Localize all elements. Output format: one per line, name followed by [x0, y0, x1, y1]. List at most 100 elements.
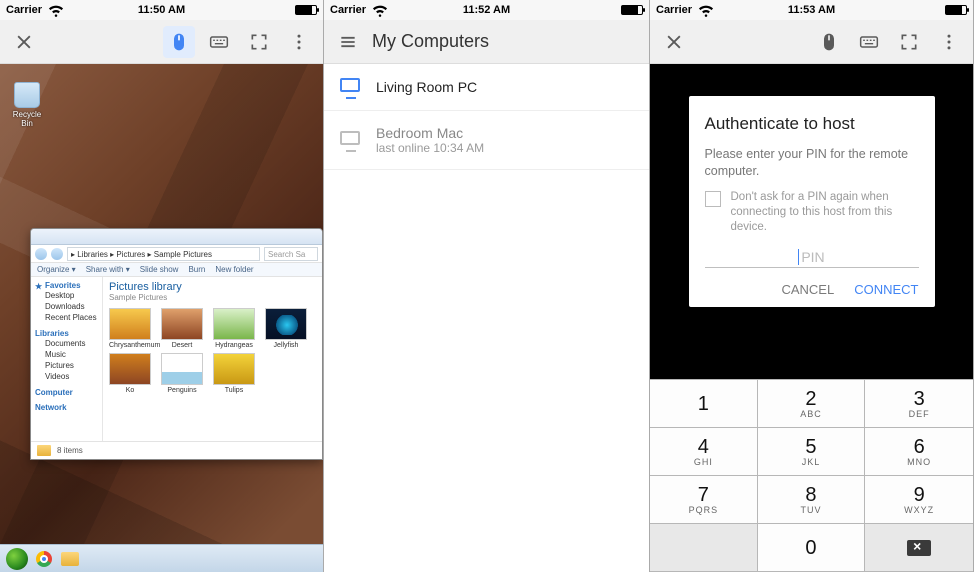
window-titlebar[interactable] [31, 229, 322, 245]
sidebar-item-pictures[interactable]: Pictures [45, 360, 98, 371]
thumb-desert[interactable]: Desert [161, 308, 203, 349]
library-title: Pictures library [109, 281, 316, 293]
mouse-mode-button[interactable] [813, 26, 845, 58]
menu-slideshow[interactable]: Slide show [140, 265, 179, 274]
pin-input[interactable]: PIN [705, 247, 919, 268]
host-row-living-room[interactable]: Living Room PC [324, 64, 649, 111]
battery-icon [621, 5, 643, 15]
nav-back-icon[interactable] [35, 248, 47, 260]
thumb-tulips[interactable]: Tulips [213, 353, 255, 394]
page-title: My Computers [372, 31, 489, 52]
key-1[interactable]: 1 [650, 380, 758, 428]
list-toolbar: My Computers [324, 20, 649, 64]
key-8[interactable]: 8TUV [758, 476, 866, 524]
menu-organize[interactable]: Organize ▾ [37, 265, 76, 274]
windows-taskbar[interactable] [0, 544, 323, 572]
star-icon: ★ [35, 282, 43, 290]
wifi-icon [696, 0, 716, 22]
key-6[interactable]: 6MNO [865, 428, 973, 476]
host-list: Living Room PC Bedroom Mac last online 1… [324, 64, 649, 572]
status-bar: Carrier 11:50 AM [0, 0, 323, 20]
sidebar-item-music[interactable]: Music [45, 349, 98, 360]
sidebar-item-downloads[interactable]: Downloads [45, 301, 98, 312]
folder-icon [61, 552, 79, 566]
monitor-icon [340, 78, 362, 96]
taskbar-explorer[interactable] [60, 549, 80, 569]
chrome-icon [36, 551, 52, 567]
fullscreen-button[interactable] [893, 26, 925, 58]
dialog-text: Please enter your PIN for the remote com… [705, 146, 919, 180]
key-5[interactable]: 5JKL [758, 428, 866, 476]
nav-fwd-icon[interactable] [51, 248, 63, 260]
host-row-bedroom-mac[interactable]: Bedroom Mac last online 10:34 AM [324, 111, 649, 170]
start-button[interactable] [6, 548, 28, 570]
explorer-statusbar: 8 items [31, 441, 322, 459]
sidebar-item-documents[interactable]: Documents [45, 338, 98, 349]
numeric-keypad: 1 2ABC 3DEF 4GHI 5JKL 6MNO 7PQRS 8TUV 9W… [650, 379, 973, 572]
remote-desktop-view[interactable]: Recycle Bin ▸ Libraries ▸ Pictures ▸ Sam… [0, 64, 323, 572]
search-input[interactable]: Search Sa [264, 247, 318, 261]
sidebar-item-recent[interactable]: Recent Places [45, 312, 98, 323]
close-button[interactable] [658, 26, 690, 58]
explorer-window[interactable]: ▸ Libraries ▸ Pictures ▸ Sample Pictures… [30, 228, 323, 460]
library-subtitle: Sample Pictures [109, 293, 316, 302]
status-bar: Carrier 11:53 AM [650, 0, 973, 20]
cancel-button[interactable]: CANCEL [781, 282, 834, 297]
fullscreen-button[interactable] [243, 26, 275, 58]
sidebar-item-desktop[interactable]: Desktop [45, 290, 98, 301]
clock: 11:52 AM [463, 4, 510, 16]
carrier-label: Carrier [330, 4, 366, 16]
key-4[interactable]: 4GHI [650, 428, 758, 476]
keyboard-button[interactable] [853, 26, 885, 58]
battery-icon [945, 5, 967, 15]
thumb-koala[interactable]: Ko [109, 353, 151, 394]
key-3[interactable]: 3DEF [865, 380, 973, 428]
thumb-penguins[interactable]: Penguins [161, 353, 203, 394]
host-name: Bedroom Mac [376, 125, 484, 141]
clock: 11:50 AM [138, 4, 185, 16]
item-count: 8 items [57, 446, 83, 455]
key-backspace[interactable] [865, 524, 973, 572]
sidebar-computer[interactable]: Computer [35, 388, 73, 397]
key-7[interactable]: 7PQRS [650, 476, 758, 524]
recycle-bin-label: Recycle Bin [13, 110, 41, 128]
connect-button[interactable]: CONNECT [854, 282, 918, 297]
dialog-title: Authenticate to host [705, 114, 919, 134]
taskbar-chrome[interactable] [34, 549, 54, 569]
auth-dialog: Authenticate to host Please enter your P… [689, 96, 935, 307]
address-bar[interactable]: ▸ Libraries ▸ Pictures ▸ Sample Pictures [67, 247, 260, 261]
remote-backdrop: Authenticate to host Please enter your P… [650, 64, 973, 379]
thumb-hydrangeas[interactable]: Hydrangeas [213, 308, 255, 349]
sidebar-libraries[interactable]: Libraries [35, 329, 69, 338]
sidebar-favorites[interactable]: Favorites [45, 281, 81, 290]
explorer-toolbar: Organize ▾ Share with ▾ Slide show Burn … [31, 263, 322, 277]
close-button[interactable] [8, 26, 40, 58]
pane-authenticate: Carrier 11:53 AM Authenticate to host Pl… [650, 0, 974, 572]
menu-button[interactable] [332, 26, 364, 58]
clock: 11:53 AM [788, 4, 835, 16]
remember-checkbox[interactable] [705, 191, 721, 207]
address-bar-row: ▸ Libraries ▸ Pictures ▸ Sample Pictures… [31, 245, 322, 263]
menu-newfolder[interactable]: New folder [215, 265, 253, 274]
session-toolbar [650, 20, 973, 64]
overflow-menu-button[interactable] [283, 26, 315, 58]
keyboard-button[interactable] [203, 26, 235, 58]
menu-share[interactable]: Share with ▾ [86, 265, 130, 274]
key-blank [650, 524, 758, 572]
menu-burn[interactable]: Burn [188, 265, 205, 274]
thumb-chrysanthemum[interactable]: Chrysanthemum [109, 308, 151, 349]
host-last-online: last online 10:34 AM [376, 141, 484, 155]
overflow-menu-button[interactable] [933, 26, 965, 58]
battery-icon [295, 5, 317, 15]
mouse-mode-button[interactable] [163, 26, 195, 58]
key-0[interactable]: 0 [758, 524, 866, 572]
host-name: Living Room PC [376, 79, 477, 95]
key-2[interactable]: 2ABC [758, 380, 866, 428]
thumb-jellyfish[interactable]: Jellyfish [265, 308, 307, 349]
key-9[interactable]: 9WXYZ [865, 476, 973, 524]
sidebar-network[interactable]: Network [35, 403, 67, 412]
sidebar-item-videos[interactable]: Videos [45, 371, 98, 382]
wifi-icon [46, 0, 66, 22]
remember-label: Don't ask for a PIN again when connectin… [731, 190, 919, 235]
desktop-icon-recycle[interactable]: Recycle Bin [8, 82, 46, 128]
